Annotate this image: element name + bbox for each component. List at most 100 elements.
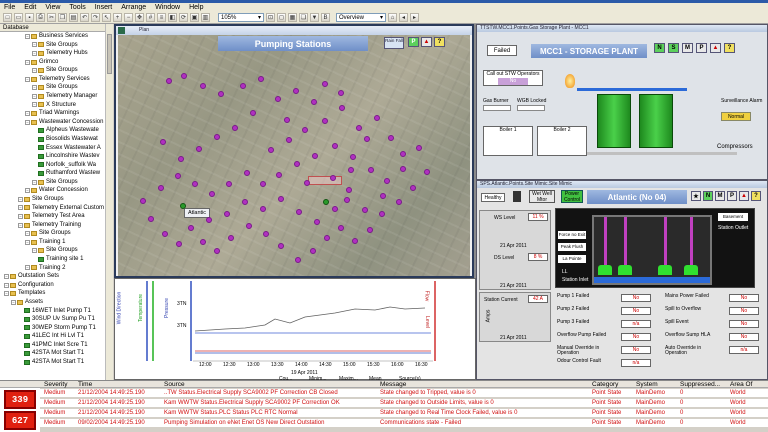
lock-icon[interactable]: ▣ [190,13,199,22]
tree-item[interactable]: Lincolnshire Wastev [0,152,112,161]
site-marker[interactable] [314,219,320,225]
expand-icon[interactable] [18,360,23,365]
tree-item[interactable]: − Telemetry Hubs [0,49,112,58]
site-marker[interactable] [218,91,224,97]
tree-item[interactable]: − Telemetry Manager [0,92,112,101]
cut-icon[interactable]: ✂ [47,13,56,22]
print-icon[interactable]: ⎙ [36,13,45,22]
site-marker[interactable] [356,125,362,131]
site-marker[interactable] [348,167,354,173]
site-marker[interactable] [258,76,264,82]
paste-icon[interactable]: ▤ [69,13,78,22]
power-control-button[interactable]: Power Control [561,190,583,203]
site-marker[interactable] [214,134,220,140]
tree-item[interactable]: − Assets [0,298,112,307]
tree-item[interactable]: Norfolk_suffolk Wa [0,161,112,170]
site-marker[interactable] [214,248,220,254]
save-icon[interactable]: ▪ [25,13,34,22]
expand-icon[interactable] [32,128,37,133]
open-icon[interactable]: ▭ [14,13,23,22]
col-source[interactable]: Source [164,381,185,389]
grid-icon[interactable]: # [146,13,155,22]
col-time[interactable]: Time [78,381,92,389]
expand-icon[interactable]: − [32,85,37,91]
site-marker[interactable] [362,207,368,213]
expand-icon[interactable] [32,171,37,176]
site-marker[interactable] [294,161,300,167]
peak-flush-button[interactable]: Peak Flush [558,243,586,251]
tree-item[interactable]: − Grimco [0,58,112,67]
site-marker[interactable] [350,154,356,160]
site-marker[interactable] [312,153,318,159]
site-map[interactable]: Pumping Stations Rain Fall P ▲ ? Atlanti… [118,35,470,276]
force-no-exit-button[interactable]: Force no Exit [558,231,586,239]
tree-item[interactable]: Alpheus Wastewate [0,126,112,135]
site-marker[interactable] [310,248,316,254]
expand-icon[interactable] [32,257,37,262]
site-marker[interactable] [160,139,166,145]
expand-icon[interactable] [32,162,37,167]
site-marker[interactable] [278,196,284,202]
tree-item[interactable]: − Site Groups [0,195,112,204]
expand-icon[interactable] [18,308,23,313]
site-marker[interactable] [228,235,234,241]
m-button[interactable]: M [682,43,693,53]
site-marker[interactable] [178,156,184,162]
site-marker[interactable] [226,181,232,187]
site-label-atlantic[interactable]: Atlantic [184,208,211,218]
alarm-row[interactable]: Medium 21/12/2004 14:49:25.190 ..TW Status… [40,389,768,397]
tree-item[interactable]: − Water Concession [0,186,112,195]
col-system[interactable]: System [636,381,658,389]
site-marker[interactable] [396,199,402,205]
expand-icon[interactable] [18,317,23,322]
site-marker[interactable] [263,231,269,237]
expand-icon[interactable]: − [32,102,37,108]
col-category[interactable]: Category [592,381,618,389]
tree-item[interactable]: Training site 1 [0,255,112,264]
expand-icon[interactable]: − [32,50,37,56]
refresh-icon[interactable]: ⟳ [179,13,188,22]
tree-item[interactable]: 41PMC Inlet Scre T1 [0,341,112,350]
back-icon[interactable]: ◂ [399,13,408,22]
site-marker[interactable] [175,173,181,179]
help-icon[interactable]: ? [724,43,735,53]
zoom-select[interactable]: 105% ▾ [218,13,264,22]
expand-icon[interactable] [32,145,37,150]
tree-item[interactable]: 42STA Mot Start T1 [0,349,112,358]
tree-item[interactable]: 30WEP Storm Pump T1 [0,324,112,333]
site-marker[interactable] [244,170,250,176]
site-marker[interactable] [148,216,154,222]
layer-icon[interactable]: ◧ [168,13,177,22]
expand-icon[interactable]: − [4,282,9,288]
site-marker[interactable] [188,225,194,231]
site-marker[interactable] [260,181,266,187]
site-marker[interactable] [352,238,358,244]
alarm-row[interactable]: Medium 21/12/2004 14:49:25.190 Kam WWTW St… [40,399,768,407]
col-message[interactable]: Message [380,381,406,389]
selected-site-box[interactable] [308,176,342,185]
tree-item[interactable]: Biosolids Wastewat [0,135,112,144]
align-icon[interactable]: ≡ [157,13,166,22]
expand-icon[interactable] [18,351,23,356]
tree-item[interactable]: − Telemetry Test Area [0,212,112,221]
site-marker[interactable] [400,166,406,172]
n-button[interactable]: N [654,43,665,53]
site-marker[interactable] [284,117,290,123]
p-button[interactable]: P [727,191,737,201]
site-marker[interactable] [368,167,374,173]
tree-item[interactable]: − Site Groups [0,83,112,92]
tree-item[interactable]: − Site Groups [0,66,112,75]
new-icon[interactable]: □ [3,13,12,22]
menu-arrange[interactable]: Arrange [121,4,146,11]
expand-icon[interactable]: − [4,291,9,297]
cascade-icon[interactable]: ❏ [299,13,308,22]
site-marker[interactable] [324,235,330,241]
fit-icon[interactable]: ⊡ [266,13,275,22]
help-icon[interactable]: ? [751,191,761,201]
forward-icon[interactable]: ▸ [410,13,419,22]
site-marker[interactable] [206,217,212,223]
site-marker[interactable] [388,135,394,141]
site-marker[interactable] [339,105,345,111]
site-marker[interactable] [338,225,344,231]
site-marker[interactable] [192,181,198,187]
